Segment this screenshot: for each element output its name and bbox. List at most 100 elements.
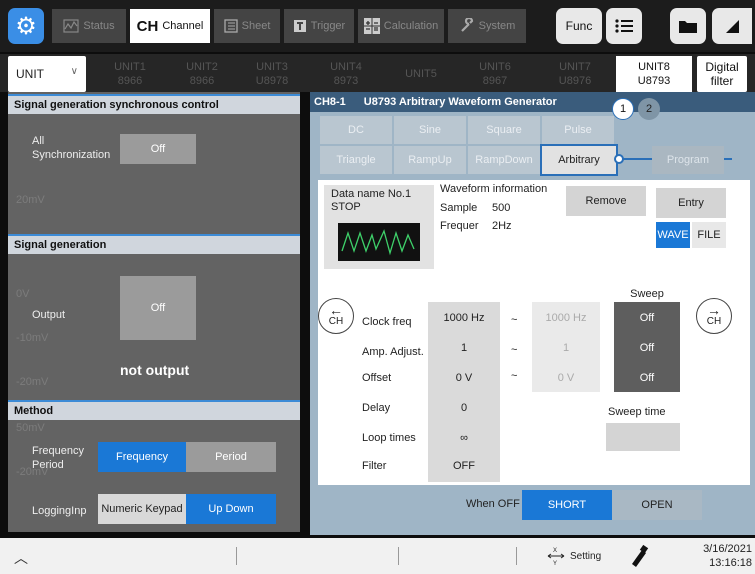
amp-adjust-end[interactable]: 1 xyxy=(532,336,600,360)
wave-rampdown-button[interactable]: RampDown xyxy=(468,146,540,174)
wave-square-button[interactable]: Square xyxy=(468,116,540,144)
offset-end[interactable]: 0 V xyxy=(532,366,600,390)
callout-dot xyxy=(614,154,624,164)
tab-trigger[interactable]: Trigger xyxy=(284,9,354,43)
unit-tab-6[interactable]: UNIT6 8967 xyxy=(456,56,534,92)
unit-model: U8793 xyxy=(637,75,671,87)
offset-sweep[interactable]: Off xyxy=(614,366,680,390)
dialog-title: U8793 Arbitrary Waveform Generator xyxy=(363,96,557,108)
delay-value[interactable]: 0 xyxy=(428,396,500,420)
settings-gear-button[interactable]: ⚙ xyxy=(8,8,44,44)
all-sync-off-button[interactable]: Off xyxy=(120,134,196,164)
entry-button[interactable]: Entry xyxy=(656,188,726,218)
waveform-preview xyxy=(338,223,420,261)
amp-adjust-value[interactable]: 1 xyxy=(428,336,500,360)
list-icon xyxy=(615,19,633,33)
data-name-box[interactable]: Data name No.1 STOP xyxy=(324,185,434,269)
prev-ch-label: CH xyxy=(328,316,344,327)
list-menu-button[interactable] xyxy=(606,8,642,44)
unit-selector[interactable]: UNIT ∨ xyxy=(8,56,86,92)
sweep-time-field[interactable] xyxy=(606,423,680,451)
tab-channel-big-label: CH xyxy=(136,17,159,35)
data-name-label: Data name No.1 xyxy=(331,188,411,200)
unit-name: UNIT7 xyxy=(559,61,591,73)
divider xyxy=(398,547,399,565)
wave-triangle-button[interactable]: Triangle xyxy=(320,146,392,174)
tab-calculation[interactable]: Calculation xyxy=(358,9,444,43)
wave-arbitrary-button[interactable]: Arbitrary xyxy=(540,144,618,176)
status-icon xyxy=(63,19,80,33)
output-off-button[interactable]: Off xyxy=(120,276,196,340)
usb-stick-icon xyxy=(628,544,650,573)
tab-calculation-label: Calculation xyxy=(383,20,439,32)
waveform-info-label: Waveform information xyxy=(440,183,548,195)
unit-tab-8[interactable]: UNIT8 U8793 xyxy=(616,56,692,92)
unit-tab-7[interactable]: UNIT7 U8976 xyxy=(536,56,614,92)
remove-button[interactable]: Remove xyxy=(566,186,646,216)
wave-toggle-button[interactable]: WAVE xyxy=(656,222,690,248)
delay-label: Delay xyxy=(362,402,391,414)
divider xyxy=(236,547,237,565)
unit-bar: UNIT ∨ UNIT1 8966 UNIT2 8966 UNIT3 U8978 UN… xyxy=(0,54,755,92)
offset-label: Offset xyxy=(362,372,392,384)
program-button[interactable]: Program xyxy=(652,146,724,174)
open-button[interactable]: OPEN xyxy=(612,490,702,520)
frequency-button[interactable]: Frequency xyxy=(98,442,186,472)
tab-channel-label: Channel xyxy=(162,20,204,32)
chevron-up-icon[interactable]: ︿ xyxy=(14,548,28,568)
numeric-keypad-button[interactable]: Numeric Keypad xyxy=(98,494,186,524)
folder-button[interactable] xyxy=(670,8,706,44)
unit-model: U8976 xyxy=(558,75,592,87)
digital-filter-button[interactable]: Digital filter xyxy=(697,56,747,92)
unit-tab-3[interactable]: UNIT3 U8978 xyxy=(240,56,304,92)
unit-name: UNIT1 xyxy=(114,61,146,73)
xy-axis-icon: XY xyxy=(547,548,565,567)
page-2-button[interactable]: 2 xyxy=(638,98,660,120)
up-down-button[interactable]: Up Down xyxy=(186,494,276,524)
trigger-icon xyxy=(293,20,306,32)
ghost-axis-label: -20mV xyxy=(16,376,49,388)
clock-freq-value[interactable]: 1000 Hz xyxy=(428,306,500,330)
data-state: STOP xyxy=(331,201,361,213)
period-button[interactable]: Period xyxy=(186,442,276,472)
digital-filter-label-2: filter xyxy=(710,74,734,88)
wave-sine-button[interactable]: Sine xyxy=(394,116,466,144)
loop-times-value[interactable]: ∞ xyxy=(428,426,500,450)
all-sync-label-line1: All xyxy=(32,135,45,147)
unit-tab-4[interactable]: UNIT4 8973 xyxy=(306,56,386,92)
clock-freq-sweep[interactable]: Off xyxy=(614,306,680,330)
setting-label: Setting xyxy=(570,550,602,562)
unit-model: 8973 xyxy=(333,75,359,87)
status-bar: ︿ XY Setting 3/16/2021 13:16:18 xyxy=(0,538,755,574)
clock-freq-end[interactable]: 1000 Hz xyxy=(532,306,600,330)
corner-button[interactable] xyxy=(712,8,752,44)
setting-button[interactable]: XY Setting xyxy=(546,544,601,568)
chevron-down-icon: ∨ xyxy=(70,66,78,77)
func-button[interactable]: Func xyxy=(556,8,602,44)
unit-name: UNIT8 xyxy=(638,61,670,73)
data-name-text: Data name xyxy=(331,188,385,200)
prev-channel-button[interactable]: ← CH xyxy=(318,298,354,334)
arrow-left-icon: ← xyxy=(329,302,343,318)
tab-system[interactable]: System xyxy=(448,9,526,43)
wave-dc-button[interactable]: DC xyxy=(320,116,392,144)
ghost-axis-label: 0V xyxy=(16,288,30,300)
page-1-button[interactable]: 1 xyxy=(612,98,634,120)
tab-status[interactable]: Status xyxy=(52,9,126,43)
unit-tab-2[interactable]: UNIT2 8966 xyxy=(166,56,238,92)
tab-sheet[interactable]: Sheet xyxy=(214,9,280,43)
file-toggle-button[interactable]: FILE xyxy=(692,222,726,248)
tab-channel[interactable]: CH Channel xyxy=(130,9,210,43)
wave-pulse-button[interactable]: Pulse xyxy=(542,116,614,144)
short-button[interactable]: SHORT xyxy=(522,490,612,520)
ghost-axis-label: 50mV xyxy=(16,422,45,434)
offset-value[interactable]: 0 V xyxy=(428,366,500,390)
not-output-text: not output xyxy=(120,362,190,378)
wave-rampup-button[interactable]: RampUp xyxy=(394,146,466,174)
unit-tab-5[interactable]: UNIT5 xyxy=(388,56,454,92)
amp-adjust-sweep[interactable]: Off xyxy=(614,336,680,360)
unit-tab-1[interactable]: UNIT1 8966 xyxy=(96,56,164,92)
next-channel-button[interactable]: → CH xyxy=(696,298,732,334)
ghost-axis-label: -10mV xyxy=(16,332,49,344)
filter-value[interactable]: OFF xyxy=(428,454,500,478)
